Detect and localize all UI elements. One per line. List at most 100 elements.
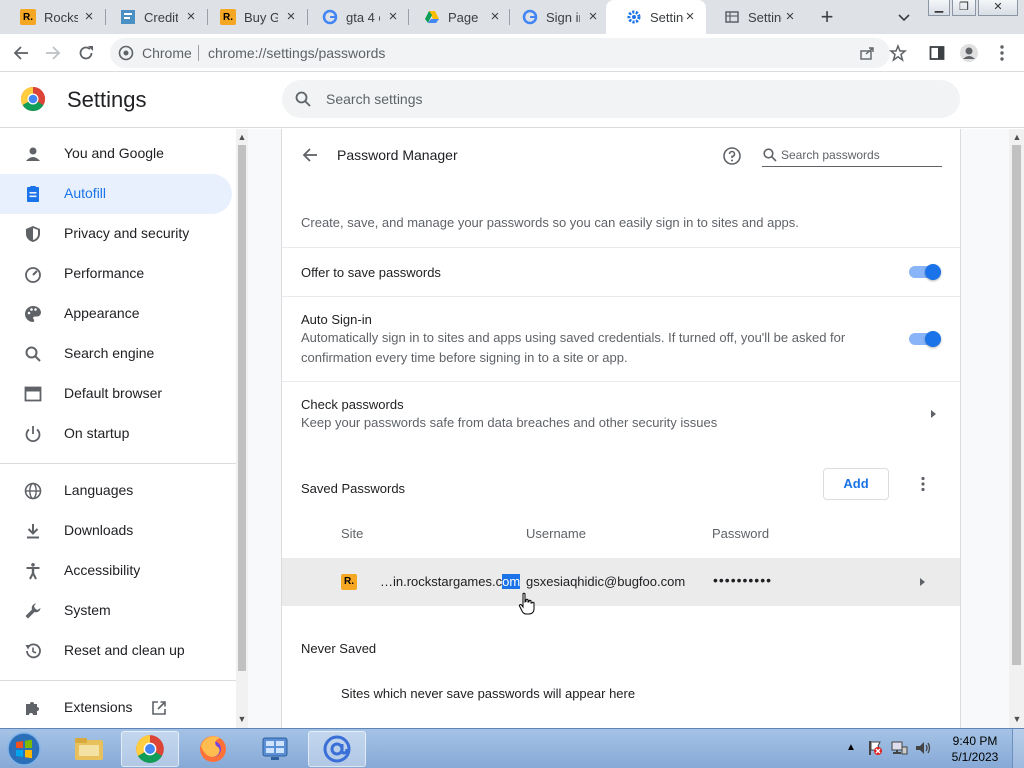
search-placeholder: Search settings [326, 91, 423, 107]
share-icon[interactable] [854, 40, 880, 66]
close-tab-icon[interactable]: × [782, 9, 798, 25]
offer-to-save-toggle[interactable] [909, 262, 943, 282]
never-saved-heading: Never Saved [301, 641, 377, 656]
tab-google-search[interactable]: gta 4 c × [302, 0, 409, 34]
taskbar-email-at-icon[interactable] [308, 731, 366, 767]
add-password-button[interactable]: Add [823, 468, 889, 500]
tab-rockstar-1[interactable]: R. Rockst × [0, 0, 105, 34]
main-scrollbar-thumb[interactable] [1012, 145, 1021, 665]
restore-window-icon[interactable]: ❐ [952, 0, 976, 16]
main-scrollbar[interactable]: ▲ ▼ [1009, 129, 1024, 728]
sidebar-scrollbar[interactable]: ▲ ▼ [236, 129, 248, 728]
close-tab-icon[interactable]: × [487, 9, 503, 25]
taskbar-control-panel-icon[interactable] [246, 731, 304, 767]
sidebar-item-system[interactable]: System [0, 591, 232, 631]
close-tab-icon[interactable]: × [682, 9, 698, 25]
palette-icon [24, 305, 42, 323]
menu-kebab-icon[interactable] [989, 40, 1015, 66]
power-icon [24, 425, 42, 443]
gear-favicon-icon [626, 9, 642, 25]
sidebar-item-default-browser[interactable]: Default browser [0, 374, 232, 414]
more-vert-icon[interactable] [914, 475, 932, 493]
bookmark-star-icon[interactable] [885, 40, 911, 66]
tab-drive[interactable]: Page N × [404, 0, 511, 34]
sidebar-item-search-engine[interactable]: Search engine [0, 334, 232, 374]
new-tab-plus-icon[interactable]: + [815, 4, 839, 30]
tab-credit[interactable]: Credit × [100, 0, 207, 34]
password-row-site[interactable]: …in.rockstargames.com [380, 574, 521, 589]
scroll-down-arrow-icon[interactable]: ▼ [236, 713, 248, 725]
tab-sign-in[interactable]: Sign in × [502, 0, 609, 34]
sidebar-item-on-startup[interactable]: On startup [0, 414, 232, 454]
address-bar[interactable]: Chrome chrome://settings/passwords [110, 38, 890, 68]
check-passwords-label[interactable]: Check passwords [301, 397, 404, 412]
close-tab-icon[interactable]: × [585, 9, 601, 25]
sidebar-item-reset[interactable]: Reset and clean up [0, 631, 232, 671]
sidebar-item-label: Search engine [64, 345, 155, 361]
scroll-up-arrow-icon[interactable]: ▲ [1011, 131, 1023, 143]
sidebar-item-appearance[interactable]: Appearance [0, 294, 232, 334]
sidebar-item-label: Performance [64, 265, 145, 281]
minimize-icon[interactable]: ▁ [928, 0, 950, 16]
help-icon[interactable] [722, 146, 742, 166]
tab-rockstar-2[interactable]: R. Buy Gr × [200, 0, 307, 34]
taskbar-firefox-icon[interactable] [184, 731, 242, 767]
password-row-password: •••••••••• [713, 572, 773, 588]
chevron-right-icon[interactable] [918, 577, 926, 587]
sidebar-item-downloads[interactable]: Downloads [0, 511, 232, 551]
taskbar-explorer-folder-icon[interactable] [60, 731, 118, 767]
document-favicon-icon [120, 9, 136, 25]
close-tab-icon[interactable]: × [385, 9, 401, 25]
tab-settings-2[interactable]: Setting × [704, 0, 806, 34]
sidebar-item-you-and-google[interactable]: You and Google [0, 134, 232, 174]
tab-search-chevron-icon[interactable] [894, 6, 914, 28]
start-button-windows-icon[interactable] [4, 731, 46, 767]
sidebar-item-accessibility[interactable]: Accessibility [0, 551, 232, 591]
scroll-up-arrow-icon[interactable]: ▲ [236, 131, 248, 143]
close-window-icon[interactable]: ✕ [978, 0, 1018, 16]
sidebar-item-label: Autofill [64, 185, 107, 201]
offer-to-save-label: Offer to save passwords [301, 265, 441, 280]
back-icon[interactable] [8, 40, 34, 66]
omnibox-url[interactable]: chrome://settings/passwords [208, 45, 385, 61]
show-desktop-button[interactable] [1012, 729, 1024, 768]
settings-search-input[interactable]: Search settings [282, 80, 960, 118]
close-tab-icon[interactable]: × [283, 9, 299, 25]
tab-title: Sign in [546, 9, 580, 25]
back-arrow-icon[interactable] [300, 145, 320, 165]
chevron-right-icon[interactable] [929, 409, 937, 419]
omnibox-chrome-label: Chrome [142, 45, 192, 61]
row-divider [282, 381, 960, 382]
scroll-down-arrow-icon[interactable]: ▼ [1011, 713, 1023, 725]
search-icon [24, 345, 42, 363]
search-passwords-input[interactable]: Search passwords [762, 143, 942, 167]
tab-settings-active[interactable]: Setting × [606, 0, 706, 34]
sidebar-item-autofill[interactable]: Autofill [0, 174, 232, 214]
hand-pointer-cursor-icon [518, 592, 536, 616]
forward-icon[interactable] [40, 40, 66, 66]
password-row[interactable]: R. …in.rockstargames.com gsxesiaqhidic@b… [282, 558, 960, 606]
network-icon[interactable] [890, 739, 908, 762]
action-center-flag-icon[interactable] [866, 739, 884, 762]
auto-signin-toggle[interactable] [909, 329, 943, 349]
taskbar-chrome-icon[interactable] [121, 731, 179, 767]
external-link-icon [150, 699, 168, 717]
profile-avatar-icon[interactable] [956, 40, 982, 66]
password-manager-card: Password Manager Search passwords Create… [281, 129, 961, 728]
page-title: Settings [67, 87, 147, 112]
reload-icon[interactable] [73, 40, 99, 66]
side-panel-icon[interactable] [924, 40, 950, 66]
sidebar-item-performance[interactable]: Performance [0, 254, 232, 294]
auto-signin-label: Auto Sign-in [301, 312, 372, 327]
sidebar-item-languages[interactable]: Languages [0, 471, 232, 511]
password-row-username[interactable]: gsxesiaqhidic@bugfoo.com [526, 574, 685, 589]
taskbar-clock[interactable]: 9:40 PM 5/1/2023 [940, 733, 1010, 765]
tray-expand-arrow-icon[interactable]: ▲ [846, 742, 856, 753]
volume-speaker-icon[interactable] [914, 739, 932, 762]
sidebar-scrollbar-thumb[interactable] [238, 145, 246, 671]
sidebar-item-privacy[interactable]: Privacy and security [0, 214, 232, 254]
sidebar-item-extensions[interactable]: Extensions [0, 688, 232, 728]
close-tab-icon[interactable]: × [81, 9, 97, 25]
sidebar-divider [0, 680, 236, 681]
close-tab-icon[interactable]: × [183, 9, 199, 25]
